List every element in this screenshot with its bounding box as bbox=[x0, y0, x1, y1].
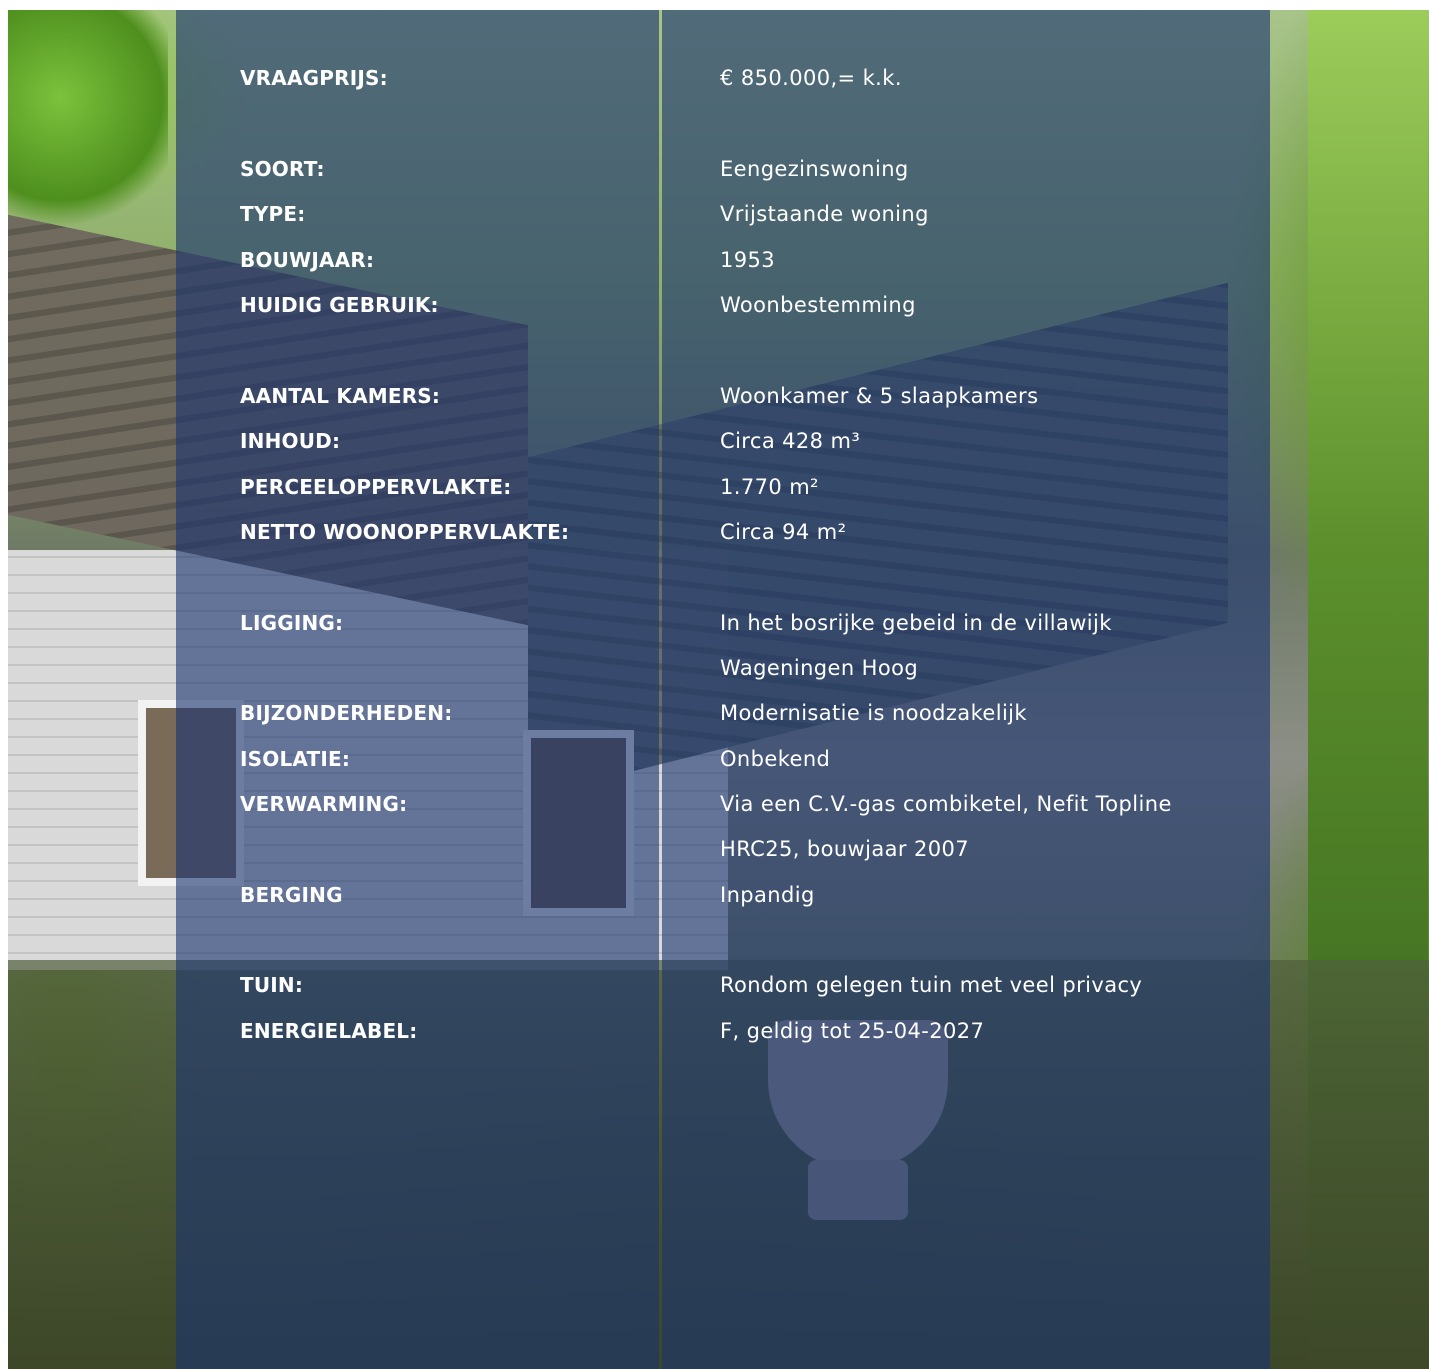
detail-value: € 850.000,= k.k. bbox=[720, 66, 902, 90]
detail-row-perceeloppervlakte: PERCEELOPPERVLAKTE: 1.770 m² bbox=[0, 475, 1429, 505]
detail-row-bijzonderheden: BIJZONDERHEDEN: Modernisatie is noodzake… bbox=[0, 701, 1429, 731]
detail-value: HRC25, bouwjaar 2007 bbox=[720, 837, 970, 861]
detail-label: AANTAL KAMERS: bbox=[240, 384, 441, 408]
detail-label: PERCEELOPPERVLAKTE: bbox=[240, 475, 512, 499]
detail-label: HUIDIG GEBRUIK: bbox=[240, 293, 439, 317]
detail-row-bouwjaar: BOUWJAAR: 1953 bbox=[0, 248, 1429, 278]
detail-row-inhoud: INHOUD: Circa 428 m³ bbox=[0, 429, 1429, 459]
detail-value: In het bosrijke gebeid in de villawijk bbox=[720, 611, 1112, 635]
detail-label: SOORT: bbox=[240, 157, 325, 181]
detail-label: TUIN: bbox=[240, 973, 304, 997]
detail-value: Circa 428 m³ bbox=[720, 429, 861, 453]
detail-label: TYPE: bbox=[240, 202, 306, 226]
detail-value: Onbekend bbox=[720, 747, 831, 771]
detail-label: BOUWJAAR: bbox=[240, 248, 375, 272]
detail-row-energielabel: ENERGIELABEL: F, geldig tot 25-04-2027 bbox=[0, 1019, 1429, 1049]
detail-label: NETTO WOONOPPERVLAKTE: bbox=[240, 520, 570, 544]
detail-row-berging: BERGING Inpandig bbox=[0, 883, 1429, 913]
detail-value: 1.770 m² bbox=[720, 475, 819, 499]
detail-value: Eengezinswoning bbox=[720, 157, 909, 181]
detail-label: LIGGING: bbox=[240, 611, 344, 635]
detail-row-aantal-kamers: AANTAL KAMERS: Woonkamer & 5 slaapkamers bbox=[0, 384, 1429, 414]
detail-value: Wageningen Hoog bbox=[720, 656, 919, 680]
detail-value: Inpandig bbox=[720, 883, 815, 907]
detail-label: ISOLATIE: bbox=[240, 747, 351, 771]
detail-row-tuin: TUIN: Rondom gelegen tuin met veel priva… bbox=[0, 973, 1429, 1003]
detail-value: Rondom gelegen tuin met veel privacy bbox=[720, 973, 1143, 997]
detail-row-type: TYPE: Vrijstaande woning bbox=[0, 202, 1429, 232]
detail-label: BIJZONDERHEDEN: bbox=[240, 701, 453, 725]
detail-row-huidig-gebruik: HUIDIG GEBRUIK: Woonbestemming bbox=[0, 293, 1429, 323]
detail-row-ligging: LIGGING: In het bosrijke gebeid in de vi… bbox=[0, 611, 1429, 641]
detail-value: Woonkamer & 5 slaapkamers bbox=[720, 384, 1039, 408]
detail-row-verwarming: VERWARMING: Via een C.V.-gas combiketel,… bbox=[0, 792, 1429, 822]
detail-row-netto-woonoppervlakte: NETTO WOONOPPERVLAKTE: Circa 94 m² bbox=[0, 520, 1429, 550]
detail-row-ligging-continued: Wageningen Hoog bbox=[0, 656, 1429, 686]
detail-row-vraagprijs: VRAAGPRIJS: € 850.000,= k.k. bbox=[0, 66, 1429, 96]
detail-row-soort: SOORT: Eengezinswoning bbox=[0, 157, 1429, 187]
detail-value: Woonbestemming bbox=[720, 293, 916, 317]
detail-label: ENERGIELABEL: bbox=[240, 1019, 418, 1043]
foliage bbox=[8, 10, 168, 230]
detail-row-verwarming-continued: HRC25, bouwjaar 2007 bbox=[0, 837, 1429, 867]
detail-label: VRAAGPRIJS: bbox=[240, 66, 388, 90]
detail-label: BERGING bbox=[240, 883, 343, 907]
detail-value: Vrijstaande woning bbox=[720, 202, 929, 226]
detail-value: Via een C.V.-gas combiketel, Nefit Topli… bbox=[720, 792, 1172, 816]
detail-value: Circa 94 m² bbox=[720, 520, 847, 544]
detail-row-isolatie: ISOLATIE: Onbekend bbox=[0, 747, 1429, 777]
detail-value: 1953 bbox=[720, 248, 776, 272]
detail-label: INHOUD: bbox=[240, 429, 341, 453]
detail-value: F, geldig tot 25-04-2027 bbox=[720, 1019, 985, 1043]
detail-label: VERWARMING: bbox=[240, 792, 408, 816]
detail-value: Modernisatie is noodzakelijk bbox=[720, 701, 1027, 725]
